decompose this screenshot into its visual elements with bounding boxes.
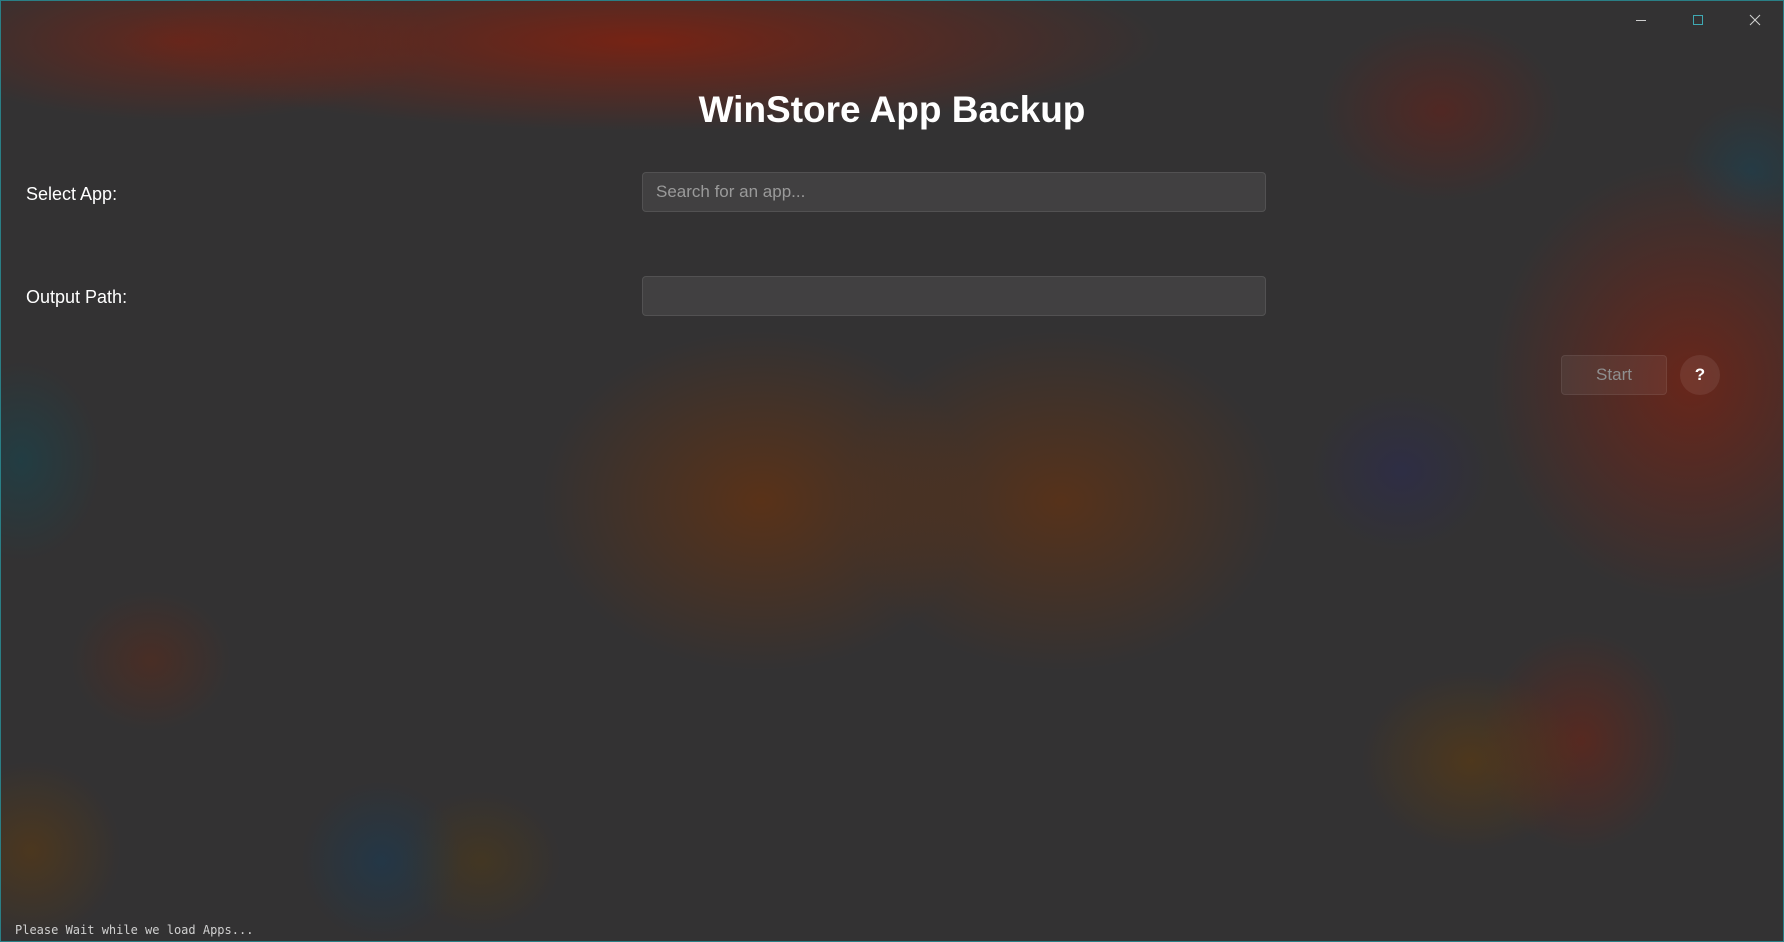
close-button[interactable] [1726, 1, 1783, 39]
app-window: WinStore App Backup Select App: Output P… [0, 0, 1784, 942]
blurred-background [1, 1, 1783, 941]
minimize-icon [1635, 14, 1647, 26]
start-button[interactable]: Start [1561, 355, 1667, 395]
help-button[interactable]: ? [1680, 355, 1720, 395]
select-app-label: Select App: [26, 184, 118, 204]
maximize-button[interactable] [1669, 1, 1726, 39]
close-icon [1749, 14, 1761, 26]
minimize-button[interactable] [1612, 1, 1669, 39]
app-search-input[interactable] [642, 172, 1266, 212]
output-path-input[interactable] [642, 276, 1266, 316]
output-path-label: Output Path: [26, 287, 128, 307]
status-message: Please Wait while we load Apps... [15, 923, 254, 937]
caption-buttons [1612, 1, 1783, 39]
page-title: WinStore App Backup [698, 89, 1086, 130]
maximize-icon [1692, 14, 1704, 26]
